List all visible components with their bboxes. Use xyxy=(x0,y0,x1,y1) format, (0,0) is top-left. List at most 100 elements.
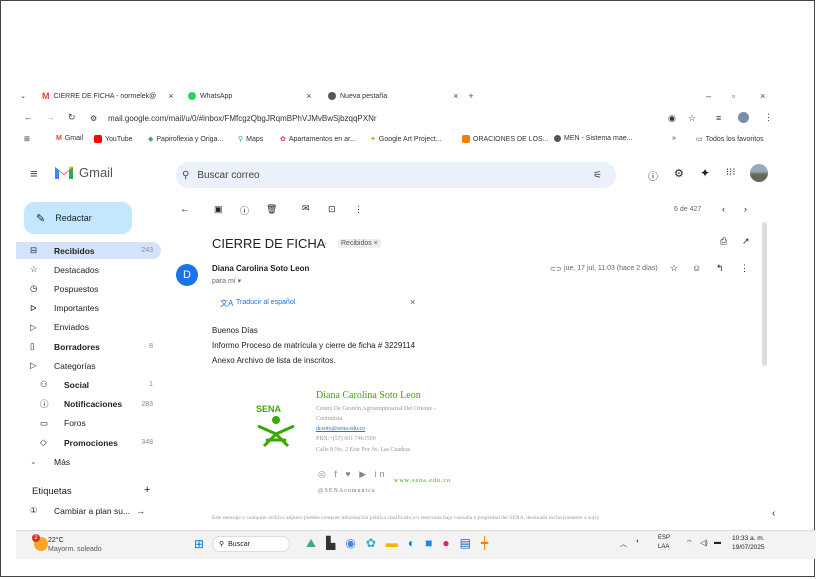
tray-app-icon[interactable]: ◐ xyxy=(636,538,640,545)
profile-avatar[interactable] xyxy=(738,112,749,123)
forward-icon[interactable]: → xyxy=(46,112,55,122)
sender-avatar[interactable]: D xyxy=(176,264,198,286)
bookmark-gmail[interactable]: M Gmail xyxy=(56,135,83,142)
bookmarks-more[interactable]: » xyxy=(672,135,676,142)
move-to-icon[interactable]: ⊡ xyxy=(328,204,336,215)
tab-whatsapp[interactable]: WhatsApp × xyxy=(188,89,312,103)
add-label-icon[interactable]: + xyxy=(144,484,150,496)
restore-button[interactable]: ▫ xyxy=(732,89,735,103)
extension-icon[interactable]: ◉ xyxy=(668,113,676,124)
url-field[interactable]: mail.google.com/mail/u/0/#inbox/FMfcgzQb… xyxy=(108,114,377,123)
more-actions-icon[interactable]: ⋮ xyxy=(740,263,749,274)
bookmark-papiroflexia[interactable]: ◆ Papiroflexia y Origa... xyxy=(148,135,223,144)
importance-marker-icon[interactable]: › xyxy=(324,238,327,248)
sidebar-item-more[interactable]: ⌄ Más xyxy=(16,453,161,470)
close-translate-icon[interactable]: × xyxy=(410,297,415,307)
tray-chevron-icon[interactable]: ︿ xyxy=(620,539,627,549)
word-icon[interactable]: ▤ xyxy=(460,536,471,551)
close-window-button[interactable]: × xyxy=(760,89,765,103)
delete-icon[interactable]: 🗑 xyxy=(266,204,277,215)
compose-button[interactable]: ✎ Redactar xyxy=(24,202,132,234)
all-bookmarks[interactable]: ▭ Todos los favoritos xyxy=(696,135,764,144)
app-icon[interactable]: ✿ xyxy=(366,536,376,551)
clock-date[interactable]: 19/07/2025 xyxy=(732,544,765,551)
bookmark-star-icon[interactable]: ☆ xyxy=(688,113,696,124)
minimize-button[interactable]: – xyxy=(706,89,711,103)
mark-unread-icon[interactable]: ✉ xyxy=(302,203,310,214)
search-input[interactable]: Buscar correo xyxy=(197,170,259,181)
sidebar-item-foros[interactable]: ▭ Foros xyxy=(16,415,161,432)
bookmark-maps[interactable]: ⚲ Maps xyxy=(238,135,263,144)
sidebar-item-importantes[interactable]: ᐅ Importantes xyxy=(16,300,161,317)
sender-name[interactable]: Diana Carolina Soto Leon xyxy=(212,264,309,273)
more-options-icon[interactable]: ⋮ xyxy=(354,204,363,215)
search-icon[interactable]: ⚲ xyxy=(182,170,189,181)
star-icon[interactable]: ☆ xyxy=(670,263,678,274)
social-icons[interactable]: ◎ f ♥ ▶ in xyxy=(318,469,388,480)
help-icon[interactable]: ⓘ xyxy=(648,168,658,183)
tab-close-icon[interactable]: × xyxy=(306,91,311,101)
sidebar-item-social[interactable]: ⚇ Social 1 xyxy=(16,376,161,393)
signature-website[interactable]: www.sena.edu.co xyxy=(394,478,451,484)
network-app-icon[interactable]: ┿ xyxy=(481,536,488,551)
tab-new[interactable]: Nueva pestaña × + xyxy=(328,89,474,103)
sidebar-item-notificaciones[interactable]: ⓘ Notificaciones 283 xyxy=(16,396,161,413)
back-icon[interactable]: ← xyxy=(24,112,33,122)
weather-desc[interactable]: Mayorm. soleado xyxy=(48,546,102,553)
search-options-icon[interactable]: ⚟ xyxy=(593,170,602,181)
print-icon[interactable]: ⎙ xyxy=(720,236,727,247)
reading-list-icon[interactable]: ≡ xyxy=(716,113,721,123)
tab-close-icon[interactable]: × xyxy=(168,91,173,101)
bookmark-oraciones[interactable]: ORACIONES DE LOS... xyxy=(462,135,548,143)
site-info-icon[interactable]: ⚙ xyxy=(90,114,97,123)
sidebar-item-categorias[interactable]: ▷ Categorías xyxy=(16,357,161,374)
archive-icon[interactable]: ▣ xyxy=(214,204,223,215)
battery-icon[interactable]: ▬ xyxy=(714,539,721,546)
back-to-inbox-icon[interactable]: ← xyxy=(180,204,190,215)
sidebar-item-borradores[interactable]: ▯ Borradores 8 xyxy=(16,338,161,355)
folder-taskbar-icon[interactable]: ▬ xyxy=(386,536,398,551)
emoji-reaction-icon[interactable]: ☺ xyxy=(692,263,701,273)
keyboard-layout[interactable]: LAA xyxy=(658,544,669,550)
landscape-app-icon[interactable]: ⛰ xyxy=(306,536,316,551)
search-bar[interactable]: ⚲ Buscar correo ⚟ xyxy=(176,162,616,188)
prev-email-icon[interactable]: ‹ xyxy=(722,204,725,214)
wifi-icon[interactable]: ⌔ xyxy=(686,539,693,548)
bookmark-apartamentos[interactable]: ✿ Apartamentos en ar... xyxy=(280,135,356,144)
tab-list-icon[interactable]: ⌄ xyxy=(20,89,26,103)
recipient-dropdown[interactable]: para mí ▾ xyxy=(212,277,241,285)
signature-email-link[interactable]: dcsoto@sena.edu.co xyxy=(316,426,365,432)
store-icon[interactable]: ■ xyxy=(425,536,432,551)
report-spam-icon[interactable]: ⓘ xyxy=(240,204,249,217)
folder-chip[interactable]: Recibidos × xyxy=(338,239,381,248)
edge-icon[interactable]: ◐ xyxy=(408,536,415,551)
bookmark-art-project[interactable]: ✦ Google Art Project... xyxy=(370,135,442,144)
google-apps-icon[interactable]: ⁝⁝⁝ xyxy=(726,167,736,178)
apps-grid-icon[interactable]: ⊞ xyxy=(24,135,30,143)
next-email-icon[interactable]: › xyxy=(744,204,747,214)
main-menu-icon[interactable]: ≡ xyxy=(30,166,38,181)
gemini-icon[interactable]: ✦ xyxy=(700,166,710,180)
sidebar-item-pospuestos[interactable]: ◷ Pospuestos xyxy=(16,280,161,297)
chrome-taskbar-icon[interactable]: ◉ xyxy=(345,536,355,551)
file-explorer-icon[interactable]: ▙ xyxy=(326,536,335,551)
reload-icon[interactable]: ↻ xyxy=(68,112,76,123)
scrollbar-thumb[interactable] xyxy=(762,222,767,366)
language-indicator[interactable]: ESP xyxy=(658,535,670,541)
new-tab-button[interactable]: + xyxy=(468,91,473,101)
sidebar-item-enviados[interactable]: ▷ Enviados xyxy=(16,319,161,336)
sidebar-item-promociones[interactable]: ◇ Promociones 348 xyxy=(16,434,161,451)
open-new-window-icon[interactable]: ↗ xyxy=(742,236,750,247)
sidebar-item-recibidos[interactable]: ⊟ Recibidos 243 xyxy=(16,242,161,259)
tab-close-icon[interactable]: × xyxy=(453,91,458,101)
app-icon[interactable]: ● xyxy=(442,536,449,551)
reply-icon[interactable]: ↰ xyxy=(716,263,724,274)
sidebar-label-item[interactable]: ① Cambiar a plan su... → xyxy=(16,502,161,519)
weather-temp[interactable]: 22°C xyxy=(48,537,64,544)
windows-start-icon[interactable]: ⊞ xyxy=(194,537,204,551)
volume-icon[interactable]: ◁) xyxy=(700,539,708,547)
taskbar-search[interactable]: ⚲ Buscar xyxy=(212,536,290,552)
bookmark-men[interactable]: MEN - Sistema mae... xyxy=(554,135,632,142)
sidebar-item-destacados[interactable]: ☆ Destacados xyxy=(16,261,161,278)
gmail-logo[interactable]: Gmail xyxy=(54,164,113,180)
